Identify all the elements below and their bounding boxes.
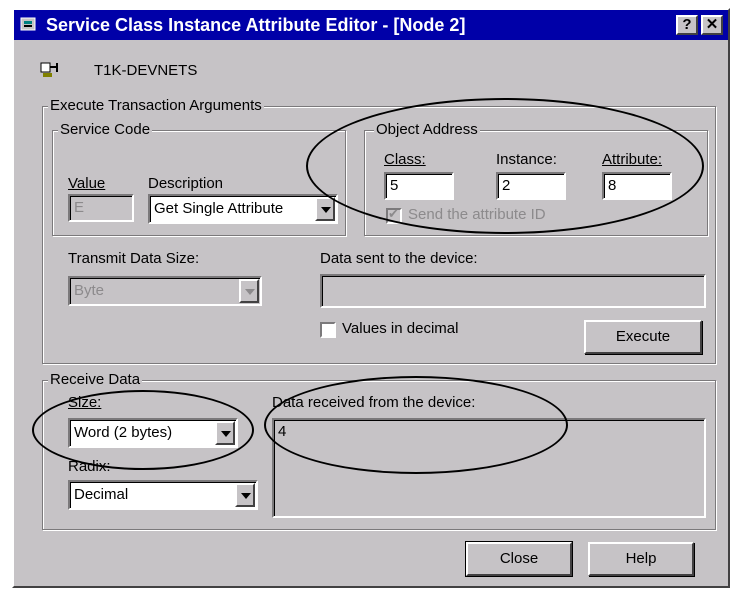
radix-selected: Decimal — [74, 486, 129, 503]
help-button[interactable]: Help — [588, 542, 694, 576]
instance-field[interactable]: 2 — [496, 172, 566, 200]
service-code-label: Service Code — [58, 121, 153, 138]
value-label: Value — [68, 175, 106, 192]
size-selected: Word (2 bytes) — [74, 424, 173, 441]
data-received-field[interactable]: 4 — [272, 418, 706, 518]
values-decimal-label: Values in decimal — [342, 320, 459, 337]
help-title-button[interactable]: ? — [676, 15, 698, 35]
transmit-size-label: Transmit Data Size: — [68, 250, 200, 267]
attribute-label: Attribute: — [602, 151, 663, 168]
data-sent-field[interactable] — [320, 274, 706, 308]
device-node-icon — [40, 62, 58, 77]
description-label: Description — [148, 175, 224, 192]
close-button[interactable]: Close — [465, 541, 573, 577]
description-selected: Get Single Attribute — [154, 200, 284, 217]
close-title-button[interactable]: ✕ — [701, 15, 723, 35]
receive-data-label: Receive Data — [48, 371, 143, 388]
size-select[interactable]: Word (2 bytes) — [68, 418, 238, 448]
attribute-field[interactable]: 8 — [602, 172, 672, 200]
instance-label: Instance: — [496, 151, 557, 168]
chevron-down-icon[interactable] — [215, 421, 235, 445]
app-icon — [20, 17, 36, 31]
attribute-editor-dialog: Service Class Instance Attribute Editor … — [12, 8, 730, 588]
execute-transaction-label: Execute Transaction Arguments — [48, 97, 264, 114]
chevron-down-icon[interactable] — [235, 483, 255, 507]
chevron-down-icon[interactable] — [315, 197, 335, 221]
chevron-down-icon[interactable] — [239, 279, 259, 303]
transmit-size-select[interactable]: Byte — [68, 276, 262, 306]
values-decimal-checkbox[interactable] — [320, 322, 336, 338]
service-value-field[interactable]: E — [68, 194, 134, 222]
radix-select[interactable]: Decimal — [68, 480, 258, 510]
data-sent-label: Data sent to the device: — [320, 250, 478, 267]
device-name: T1K-DEVNETS — [94, 62, 198, 79]
object-address-label: Object Address — [374, 121, 480, 138]
send-attribute-label: Send the attribute ID — [408, 206, 546, 223]
send-attribute-checkbox[interactable] — [386, 206, 402, 224]
size-label: Size: — [68, 394, 102, 411]
class-label: Class: — [384, 151, 426, 168]
window-title: Service Class Instance Attribute Editor … — [46, 15, 466, 35]
execute-button[interactable]: Execute — [584, 320, 702, 354]
class-field[interactable]: 5 — [384, 172, 454, 200]
data-received-label: Data received from the device: — [272, 394, 476, 411]
title-bar[interactable]: Service Class Instance Attribute Editor … — [14, 10, 728, 40]
transmit-size-selected: Byte — [74, 282, 105, 299]
description-select[interactable]: Get Single Attribute — [148, 194, 338, 224]
radix-label: Radix: — [68, 458, 111, 475]
